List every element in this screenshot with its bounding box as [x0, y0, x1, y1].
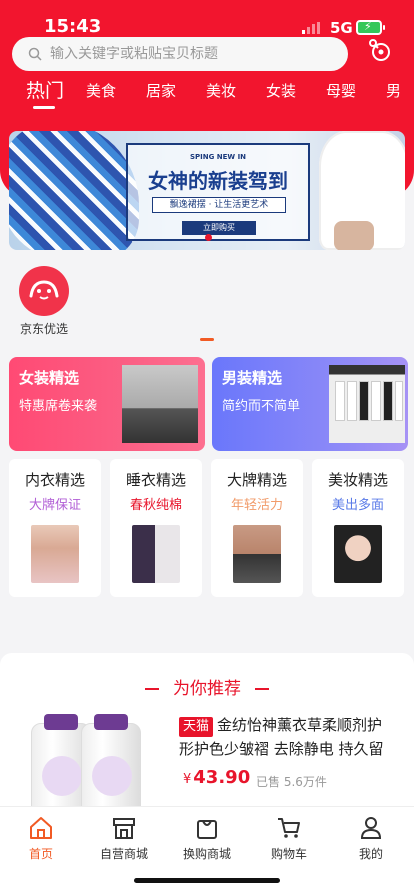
- network-type: 5G: [330, 19, 353, 37]
- tabbar-label: 首页: [28, 847, 53, 861]
- category-subtitle: 年轻活力: [230, 498, 283, 513]
- scan-icon[interactable]: [364, 36, 394, 66]
- category-card-makeup[interactable]: 美妆精选 美出多面: [312, 459, 404, 597]
- currency-symbol: ¥: [183, 772, 192, 787]
- banner-subtitle: SPING NEW IN: [189, 153, 247, 161]
- search-bar[interactable]: [12, 37, 348, 71]
- promo-banner[interactable]: SPING NEW IN 女神的新装驾到 飘逸裙摆 · 让生活更艺术 立即购买: [9, 131, 405, 250]
- active-tab-indicator: [33, 106, 55, 109]
- category-subtitle: 大牌保证: [28, 498, 81, 513]
- category-subtitle: 春秋纯棉: [129, 498, 182, 513]
- tabbar-label: 换购商城: [182, 847, 231, 861]
- home-indicator: [134, 878, 280, 883]
- tabbar-exchange-mall[interactable]: 换购商城: [167, 815, 247, 862]
- tmall-badge: 天猫: [179, 717, 214, 737]
- banner-model-legs: [334, 221, 374, 250]
- tabbar-self-mall[interactable]: 自营商城: [84, 815, 164, 862]
- product-price: ¥43.90: [183, 767, 250, 788]
- channel-jd-youxuan[interactable]: 京东优选: [16, 266, 72, 337]
- tab-beauty[interactable]: 美妆: [206, 80, 236, 101]
- banner-slogan: 飘逸裙摆 · 让生活更艺术: [152, 197, 286, 213]
- heading-dash-right: [255, 688, 269, 690]
- search-icon: [28, 47, 42, 61]
- recommend-title: 为你推荐: [173, 679, 241, 699]
- tab-women[interactable]: 女装: [266, 80, 296, 101]
- jd-youxuan-logo: [19, 266, 69, 316]
- category-image: [334, 525, 382, 583]
- promo-subtitle: 特惠席卷来袭: [19, 399, 98, 414]
- category-title: 大牌精选: [226, 471, 287, 489]
- channel-pager-indicator: [200, 338, 214, 341]
- status-time: 15:43: [44, 16, 102, 37]
- shopping-bag-icon: [197, 820, 217, 839]
- category-card-brand[interactable]: 大牌精选 年轻活力: [211, 459, 303, 597]
- promo-title: 男装精选: [222, 369, 283, 387]
- promo-subtitle: 简约而不简单: [222, 399, 301, 414]
- category-image: [31, 525, 79, 583]
- product-image-bottle: [81, 714, 141, 818]
- category-cards: 内衣精选 大牌保证 睡衣精选 春秋纯棉 大牌精选 年轻活力 美妆精选 美出多面: [9, 459, 405, 599]
- store-icon: [113, 818, 135, 839]
- banner-dress-image-left: [9, 131, 139, 250]
- heading-dash-left: [145, 688, 159, 690]
- home-icon: [30, 817, 52, 839]
- tab-baby[interactable]: 母婴: [326, 80, 356, 101]
- channel-label: 京东优选: [19, 322, 68, 336]
- banner-page-dot: [205, 234, 212, 241]
- banner-buy-button[interactable]: 立即购买: [182, 221, 256, 235]
- banner-text-box: SPING NEW IN 女神的新装驾到 飘逸裙摆 · 让生活更艺术 立即购买: [126, 143, 310, 241]
- signal-icon: [302, 22, 320, 34]
- tab-men[interactable]: 男: [386, 80, 401, 101]
- promo-women-image: [122, 365, 198, 443]
- tabbar-cart[interactable]: 购物车: [249, 815, 329, 862]
- product-sold-count: 已售 5.6万件: [256, 775, 327, 789]
- tabbar-label: 自营商城: [99, 847, 148, 861]
- category-title: 美妆精选: [327, 471, 388, 489]
- promo-card-women[interactable]: 女装精选 特惠席卷来袭: [9, 357, 205, 451]
- category-title: 睡衣精选: [125, 471, 186, 489]
- category-subtitle: 美出多面: [331, 498, 384, 513]
- tab-food[interactable]: 美食: [86, 80, 116, 101]
- category-card-underwear[interactable]: 内衣精选 大牌保证: [9, 459, 101, 597]
- category-tabs: 热门 美食 居家 美妆 女装 母婴 男: [0, 76, 414, 116]
- tabbar-home[interactable]: 首页: [1, 815, 81, 862]
- tabbar-label: 购物车: [270, 847, 307, 861]
- promo-title: 女装精选: [19, 369, 80, 387]
- dog-logo-icon: [29, 280, 59, 300]
- recommend-heading: 为你推荐: [0, 674, 414, 699]
- user-icon: [360, 817, 382, 839]
- category-image: [233, 525, 281, 583]
- battery-icon: ⚡: [356, 20, 385, 35]
- promo-men-image: [329, 365, 405, 443]
- category-title: 内衣精选: [24, 471, 85, 489]
- product-card[interactable]: 天猫 金纺怡神薰衣草柔顺剂护形护色少皱褶 去除静电 持久留 ¥43.90 已售 5…: [9, 705, 405, 818]
- tab-hot[interactable]: 热门: [26, 76, 64, 103]
- search-input[interactable]: [50, 46, 330, 62]
- cart-icon: [278, 818, 300, 838]
- price-value: 43.90: [193, 767, 251, 788]
- product-title: 天猫 金纺怡神薰衣草柔顺剂护形护色少皱褶 去除静电 持久留: [179, 713, 397, 761]
- tabbar-label: 我的: [358, 847, 383, 861]
- category-card-pajamas[interactable]: 睡衣精选 春秋纯棉: [110, 459, 202, 597]
- tab-home[interactable]: 居家: [146, 80, 176, 101]
- promo-card-men[interactable]: 男装精选 简约而不简单: [212, 357, 408, 451]
- tabbar-me[interactable]: 我的: [331, 815, 411, 862]
- banner-title: 女神的新装驾到: [148, 169, 288, 193]
- category-image: [132, 525, 180, 583]
